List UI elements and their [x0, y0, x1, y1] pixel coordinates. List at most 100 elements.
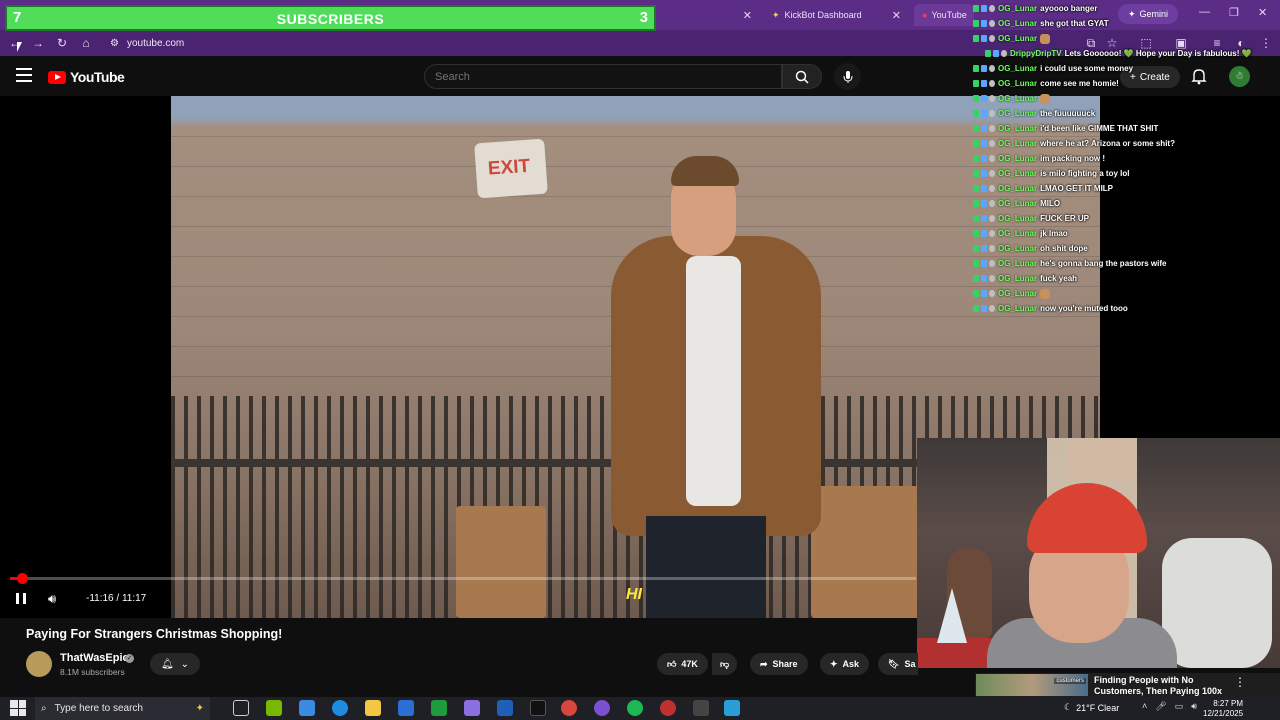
home-icon[interactable]: ⌂ — [77, 34, 95, 52]
youtube-logo[interactable]: YouTube — [48, 69, 125, 85]
chat-badge-icon — [973, 200, 979, 207]
task-view-icon[interactable] — [233, 700, 249, 716]
chat-text: fuck yeah — [1040, 274, 1078, 283]
chat-username: OG_Lunar — [998, 109, 1038, 118]
chat-badge-icon — [973, 95, 979, 102]
xbox-icon[interactable] — [431, 700, 447, 716]
voice-search-button[interactable] — [834, 63, 861, 90]
search-icon — [795, 70, 809, 84]
channel-name[interactable]: ThatWasEpic — [60, 652, 129, 664]
chat-badge-icon — [973, 185, 979, 192]
notification-thumbnail[interactable]: customers — [976, 674, 1088, 696]
chat-text: ayoooo banger — [1040, 4, 1098, 13]
address-bar[interactable]: ⚙ youtube.com — [110, 34, 184, 52]
pause-button[interactable] — [14, 591, 28, 607]
chat-text: oh shit dope — [1040, 244, 1088, 253]
discord-icon[interactable] — [594, 700, 610, 716]
exit-sign-image: EXIT — [474, 138, 548, 199]
subscribed-notifications-button[interactable]: 🔔︎ ⌄ — [150, 653, 200, 675]
thumbs-up-icon: 👍︎ — [667, 658, 677, 669]
tab-youtube[interactable]: ● YouTube — [914, 4, 974, 26]
moon-icon: ☾ — [1064, 702, 1073, 712]
editor-icon[interactable] — [693, 700, 709, 716]
volume-icon[interactable]: 🔊︎ — [48, 591, 66, 607]
chat-text: jk lmao — [1040, 229, 1068, 238]
chat-badge-icon — [989, 155, 995, 162]
search-button[interactable] — [782, 64, 822, 89]
microphone-icon[interactable]: 🎤︎ — [1155, 701, 1166, 712]
search-box[interactable] — [424, 64, 782, 89]
taskbar-search[interactable]: ⌕ Type here to search ✦ — [35, 697, 210, 720]
taskbar-clock[interactable]: 8:27 PM 12/21/2025 — [1203, 699, 1243, 719]
search-icon: ⌕ — [41, 703, 47, 714]
chat-badge-icon — [989, 20, 995, 27]
chat-badge-icon — [989, 185, 995, 192]
ask-button[interactable]: ✦ Ask — [820, 653, 870, 675]
edge-icon[interactable] — [332, 700, 348, 716]
progress-scrubber[interactable] — [17, 573, 28, 584]
chat-username: OG_Lunar — [998, 124, 1038, 133]
chat-username: OG_Lunar — [998, 4, 1038, 13]
tab-close-icon[interactable]: ✕ — [892, 9, 901, 22]
hamburger-menu-icon[interactable] — [16, 68, 32, 82]
save-button[interactable]: 🔖︎ Sa — [878, 653, 918, 675]
site-info-icon[interactable]: ⚙ — [110, 38, 119, 49]
obs-icon[interactable] — [660, 700, 676, 716]
chat-message: OG_Lunar he's gonna bang the pastors wife — [973, 257, 1167, 270]
chat-message: OG_Lunar fuck yeah — [973, 272, 1077, 285]
more-options-icon[interactable]: ⋮ — [1234, 675, 1246, 689]
forward-icon[interactable]: → — [29, 34, 47, 52]
share-button[interactable]: ➦ Share — [750, 653, 808, 675]
like-button[interactable]: 👍︎ 47K — [657, 653, 708, 675]
chevron-up-icon[interactable]: ˄ — [1142, 701, 1147, 712]
tab-kickbot-dashboard[interactable]: ✦ KickBot Dashboard ✕ — [764, 4, 909, 26]
chat-badge-icon — [989, 200, 995, 207]
app-icon[interactable] — [464, 700, 480, 716]
nvidia-icon[interactable] — [266, 700, 282, 716]
chat-badge-icon — [989, 170, 995, 177]
chat-message: DrippyDripTV Lets Goooooo! 💚 Hope your Da… — [985, 47, 1252, 60]
chat-badge-icon — [985, 50, 991, 57]
share-icon: ➦ — [760, 658, 768, 669]
volume-icon[interactable]: 🔊︎ — [1191, 701, 1197, 712]
chat-username: OG_Lunar — [998, 229, 1038, 238]
file-explorer-icon[interactable] — [365, 700, 381, 716]
taskbar-search-placeholder: Type here to search — [54, 703, 143, 714]
copilot-icon[interactable] — [299, 700, 315, 716]
system-tray[interactable]: ˄ 🎤︎ ▭ 🔊︎ — [1142, 701, 1197, 712]
chat-username: OG_Lunar — [998, 274, 1038, 283]
spotify-icon[interactable] — [627, 700, 643, 716]
chat-message: OG_Lunar ayoooo banger — [973, 2, 1097, 15]
progress-bar[interactable] — [10, 577, 916, 580]
chat-text: i could use some money — [1040, 64, 1134, 73]
chat-badge-icon — [973, 290, 979, 297]
chat-text: i'd been like GIMME THAT SHIT — [1040, 124, 1159, 133]
chrome-icon[interactable] — [561, 700, 577, 716]
chat-username: OG_Lunar — [998, 244, 1038, 253]
chat-username: OG_Lunar — [998, 289, 1038, 298]
outlook-icon[interactable] — [497, 700, 513, 716]
weather-widget[interactable]: ☾ 21°F Clear — [1064, 702, 1119, 713]
time-display: -11:16 / 11:17 — [86, 593, 147, 604]
chat-username: OG_Lunar — [998, 154, 1038, 163]
dislike-button[interactable]: 👎︎ — [712, 653, 738, 675]
tab-close-icon[interactable]: ✕ — [743, 9, 752, 22]
facebook-icon[interactable] — [724, 700, 740, 716]
chat-emote-icon — [1040, 33, 1051, 44]
chat-message: OG_Lunar — [973, 287, 1051, 300]
channel-avatar[interactable] — [26, 651, 52, 677]
chat-text: is milo fighting a toy lol — [1040, 169, 1130, 178]
tiktok-icon[interactable] — [530, 700, 546, 716]
chat-badge-icon — [981, 20, 987, 27]
network-icon[interactable]: ▭ — [1175, 701, 1184, 712]
kickbot-icon: ✦ — [772, 9, 780, 20]
notification-title[interactable]: Finding People with No Customers, Then P… — [1094, 675, 1234, 697]
windows-start-icon[interactable] — [10, 700, 26, 716]
search-input[interactable] — [425, 65, 781, 88]
chat-badge-icon — [989, 80, 995, 87]
chat-badge-icon — [981, 260, 987, 267]
chat-badge-icon — [989, 5, 995, 12]
chat-badge-icon — [981, 35, 987, 42]
reload-icon[interactable]: ↻ — [53, 34, 71, 52]
store-icon[interactable] — [398, 700, 414, 716]
